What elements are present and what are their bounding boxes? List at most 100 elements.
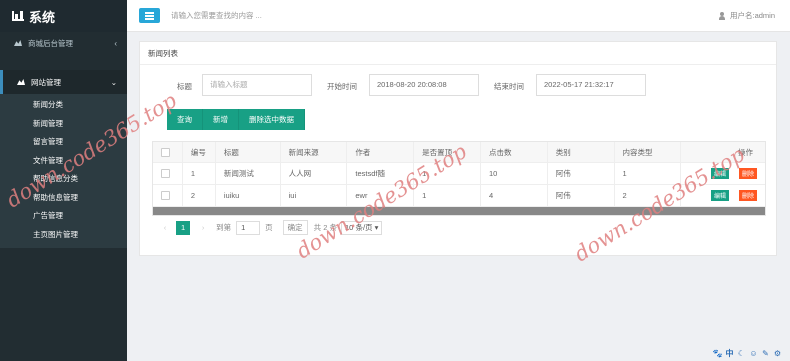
col-header[interactable]: 点击数: [481, 142, 548, 162]
row-check-cell: [153, 185, 183, 206]
goto-label: 到第: [216, 223, 232, 232]
page-unit: 页: [265, 223, 273, 232]
sidebar-item-help[interactable]: 帮助信息管理: [0, 189, 127, 208]
sidebar: 系统 商城后台管理 ‹ 网站管理 ⌄ 新闻分类 新闻管理 留言管理 文件管理 帮…: [0, 0, 127, 361]
page-current[interactable]: 1: [176, 220, 191, 235]
delete-button[interactable]: 删除: [739, 168, 758, 179]
top-bar: 请输入您需要查找的内容 ... 用户名:admin: [127, 0, 790, 32]
menu-mall-admin-label: 商城后台管理: [28, 38, 73, 48]
search-input[interactable]: 请输入您需要查找的内容 ...: [171, 10, 262, 21]
col-header[interactable]: 标题: [216, 142, 281, 162]
app-title: 系统: [29, 9, 56, 25]
table-row: 2 iuiku iui ewr 1 4 阿伟 2 编辑 删除: [153, 185, 765, 207]
cell: iuiku: [216, 185, 281, 206]
pagination: ‹ 1 › 到第 1 页 确定 共 2 条 10 条/页 ▾: [158, 220, 383, 235]
menu-site-admin-label: 网站管理: [31, 77, 61, 87]
hamburger-icon: [145, 12, 154, 14]
cell: 阿伟: [548, 185, 615, 206]
action-buttons: 查询 新增 删除选中数据: [167, 109, 305, 130]
page-size-select[interactable]: 10 条/页 ▾: [341, 220, 383, 235]
title-label: 标题: [177, 82, 192, 91]
col-header[interactable]: 类别: [548, 142, 615, 162]
goto-page-input[interactable]: 1: [236, 220, 261, 235]
table-row: 1 新闻测试 人人网 testsdf随 1 10 阿伟 1 编辑 删除: [153, 163, 765, 185]
area-chart-icon: [14, 40, 22, 46]
gear-icon[interactable]: ⚙: [773, 349, 782, 358]
hamburger-line: [145, 18, 154, 20]
area-chart-icon: [17, 79, 25, 85]
cell: testsdf随: [347, 163, 415, 184]
submenu: 新闻分类 新闻管理 留言管理 文件管理 帮助信息分类 帮助信息管理 广告管理 主…: [0, 94, 127, 248]
select-all-checkbox[interactable]: [161, 147, 170, 157]
paw-icon[interactable]: 🐾: [713, 349, 723, 358]
page-size-value: 10 条/页: [345, 222, 373, 232]
col-header[interactable]: 编号: [183, 142, 216, 162]
goto-confirm-button[interactable]: 确定: [282, 220, 308, 235]
cell: 1: [414, 163, 481, 184]
cell: 阿伟: [548, 163, 615, 184]
select-all-cell: [153, 142, 183, 162]
chevron-down-icon: ⌄: [110, 77, 117, 87]
cell: 人人网: [281, 163, 348, 184]
cell: 4: [481, 185, 548, 206]
row-checkbox[interactable]: [161, 169, 170, 178]
username: 用户名:admin: [729, 11, 775, 20]
col-header[interactable]: 新闻来源: [281, 142, 348, 162]
sidebar-item-files[interactable]: 文件管理: [0, 152, 127, 171]
sidebar-item-help-category[interactable]: 帮助信息分类: [0, 170, 127, 189]
delete-button[interactable]: 删除: [739, 190, 758, 201]
prev-page-icon[interactable]: ‹: [158, 221, 172, 235]
pen-icon[interactable]: ✎: [761, 349, 770, 358]
col-header[interactable]: 作者: [347, 142, 415, 162]
smile-icon[interactable]: ☺: [749, 349, 758, 358]
query-button[interactable]: 查询: [167, 109, 203, 130]
chevron-left-icon: ‹: [114, 38, 117, 48]
add-button[interactable]: 新增: [203, 109, 239, 130]
cell: 10: [481, 163, 548, 184]
delete-selected-button[interactable]: 删除选中数据: [239, 109, 305, 130]
chinese-input-icon[interactable]: 中: [725, 349, 734, 358]
end-time-label: 结束时间: [494, 82, 524, 91]
hamburger-line: [145, 15, 154, 17]
cell: 新闻测试: [216, 163, 281, 184]
start-time-label: 开始时间: [327, 82, 357, 91]
panel-title: 新闻列表: [140, 42, 776, 65]
sidebar-item-ads[interactable]: 广告管理: [0, 207, 127, 226]
row-actions: 编辑 删除: [681, 185, 765, 206]
next-page-icon[interactable]: ›: [196, 221, 210, 235]
cell: 2: [183, 185, 216, 206]
row-checkbox[interactable]: [161, 191, 170, 200]
cell: 1: [183, 163, 216, 184]
chevron-down-icon: ▾: [374, 222, 379, 232]
menu-site-admin[interactable]: 网站管理 ⌄: [0, 70, 127, 94]
title-input[interactable]: 请输入标题: [202, 74, 312, 96]
row-check-cell: [153, 163, 183, 184]
col-header: 操作: [738, 147, 754, 157]
cell: 2: [615, 185, 682, 206]
end-time-input[interactable]: 2022-05-17 21:32:17: [536, 74, 646, 96]
cell: 1: [615, 163, 682, 184]
sidebar-item-news[interactable]: 新闻管理: [0, 115, 127, 134]
menu-mall-admin[interactable]: 商城后台管理 ‹: [0, 32, 127, 54]
cell: iui: [281, 185, 348, 206]
horizontal-scrollbar[interactable]: [153, 207, 765, 215]
edit-button[interactable]: 编辑: [711, 168, 730, 179]
table-header: 编号 标题 新闻来源 作者 是否置顶 点击数 类别 内容类型 操作: [153, 142, 765, 163]
cell: 1: [414, 185, 481, 206]
chart-icon: [12, 11, 24, 21]
row-actions: 编辑 删除: [681, 163, 765, 184]
menu-toggle-button[interactable]: [139, 8, 160, 23]
moon-icon[interactable]: ☾: [737, 349, 746, 358]
col-header[interactable]: 是否置顶: [414, 142, 481, 162]
cell: ewr: [347, 185, 415, 206]
sidebar-item-news-category[interactable]: 新闻分类: [0, 96, 127, 115]
user-menu[interactable]: 用户名:admin: [718, 10, 775, 21]
news-table: 编号 标题 新闻来源 作者 是否置顶 点击数 类别 内容类型 操作 1 新闻测试…: [152, 141, 766, 216]
edit-button[interactable]: 编辑: [711, 190, 730, 201]
start-time-input[interactable]: 2018-08-20 20:08:08: [369, 74, 479, 96]
sidebar-item-messages[interactable]: 留言管理: [0, 133, 127, 152]
app-logo[interactable]: 系统: [0, 0, 127, 32]
col-header[interactable]: 内容类型: [615, 142, 682, 162]
sidebar-item-home-images[interactable]: 主页图片管理: [0, 226, 127, 245]
user-add-icon: [718, 11, 727, 20]
